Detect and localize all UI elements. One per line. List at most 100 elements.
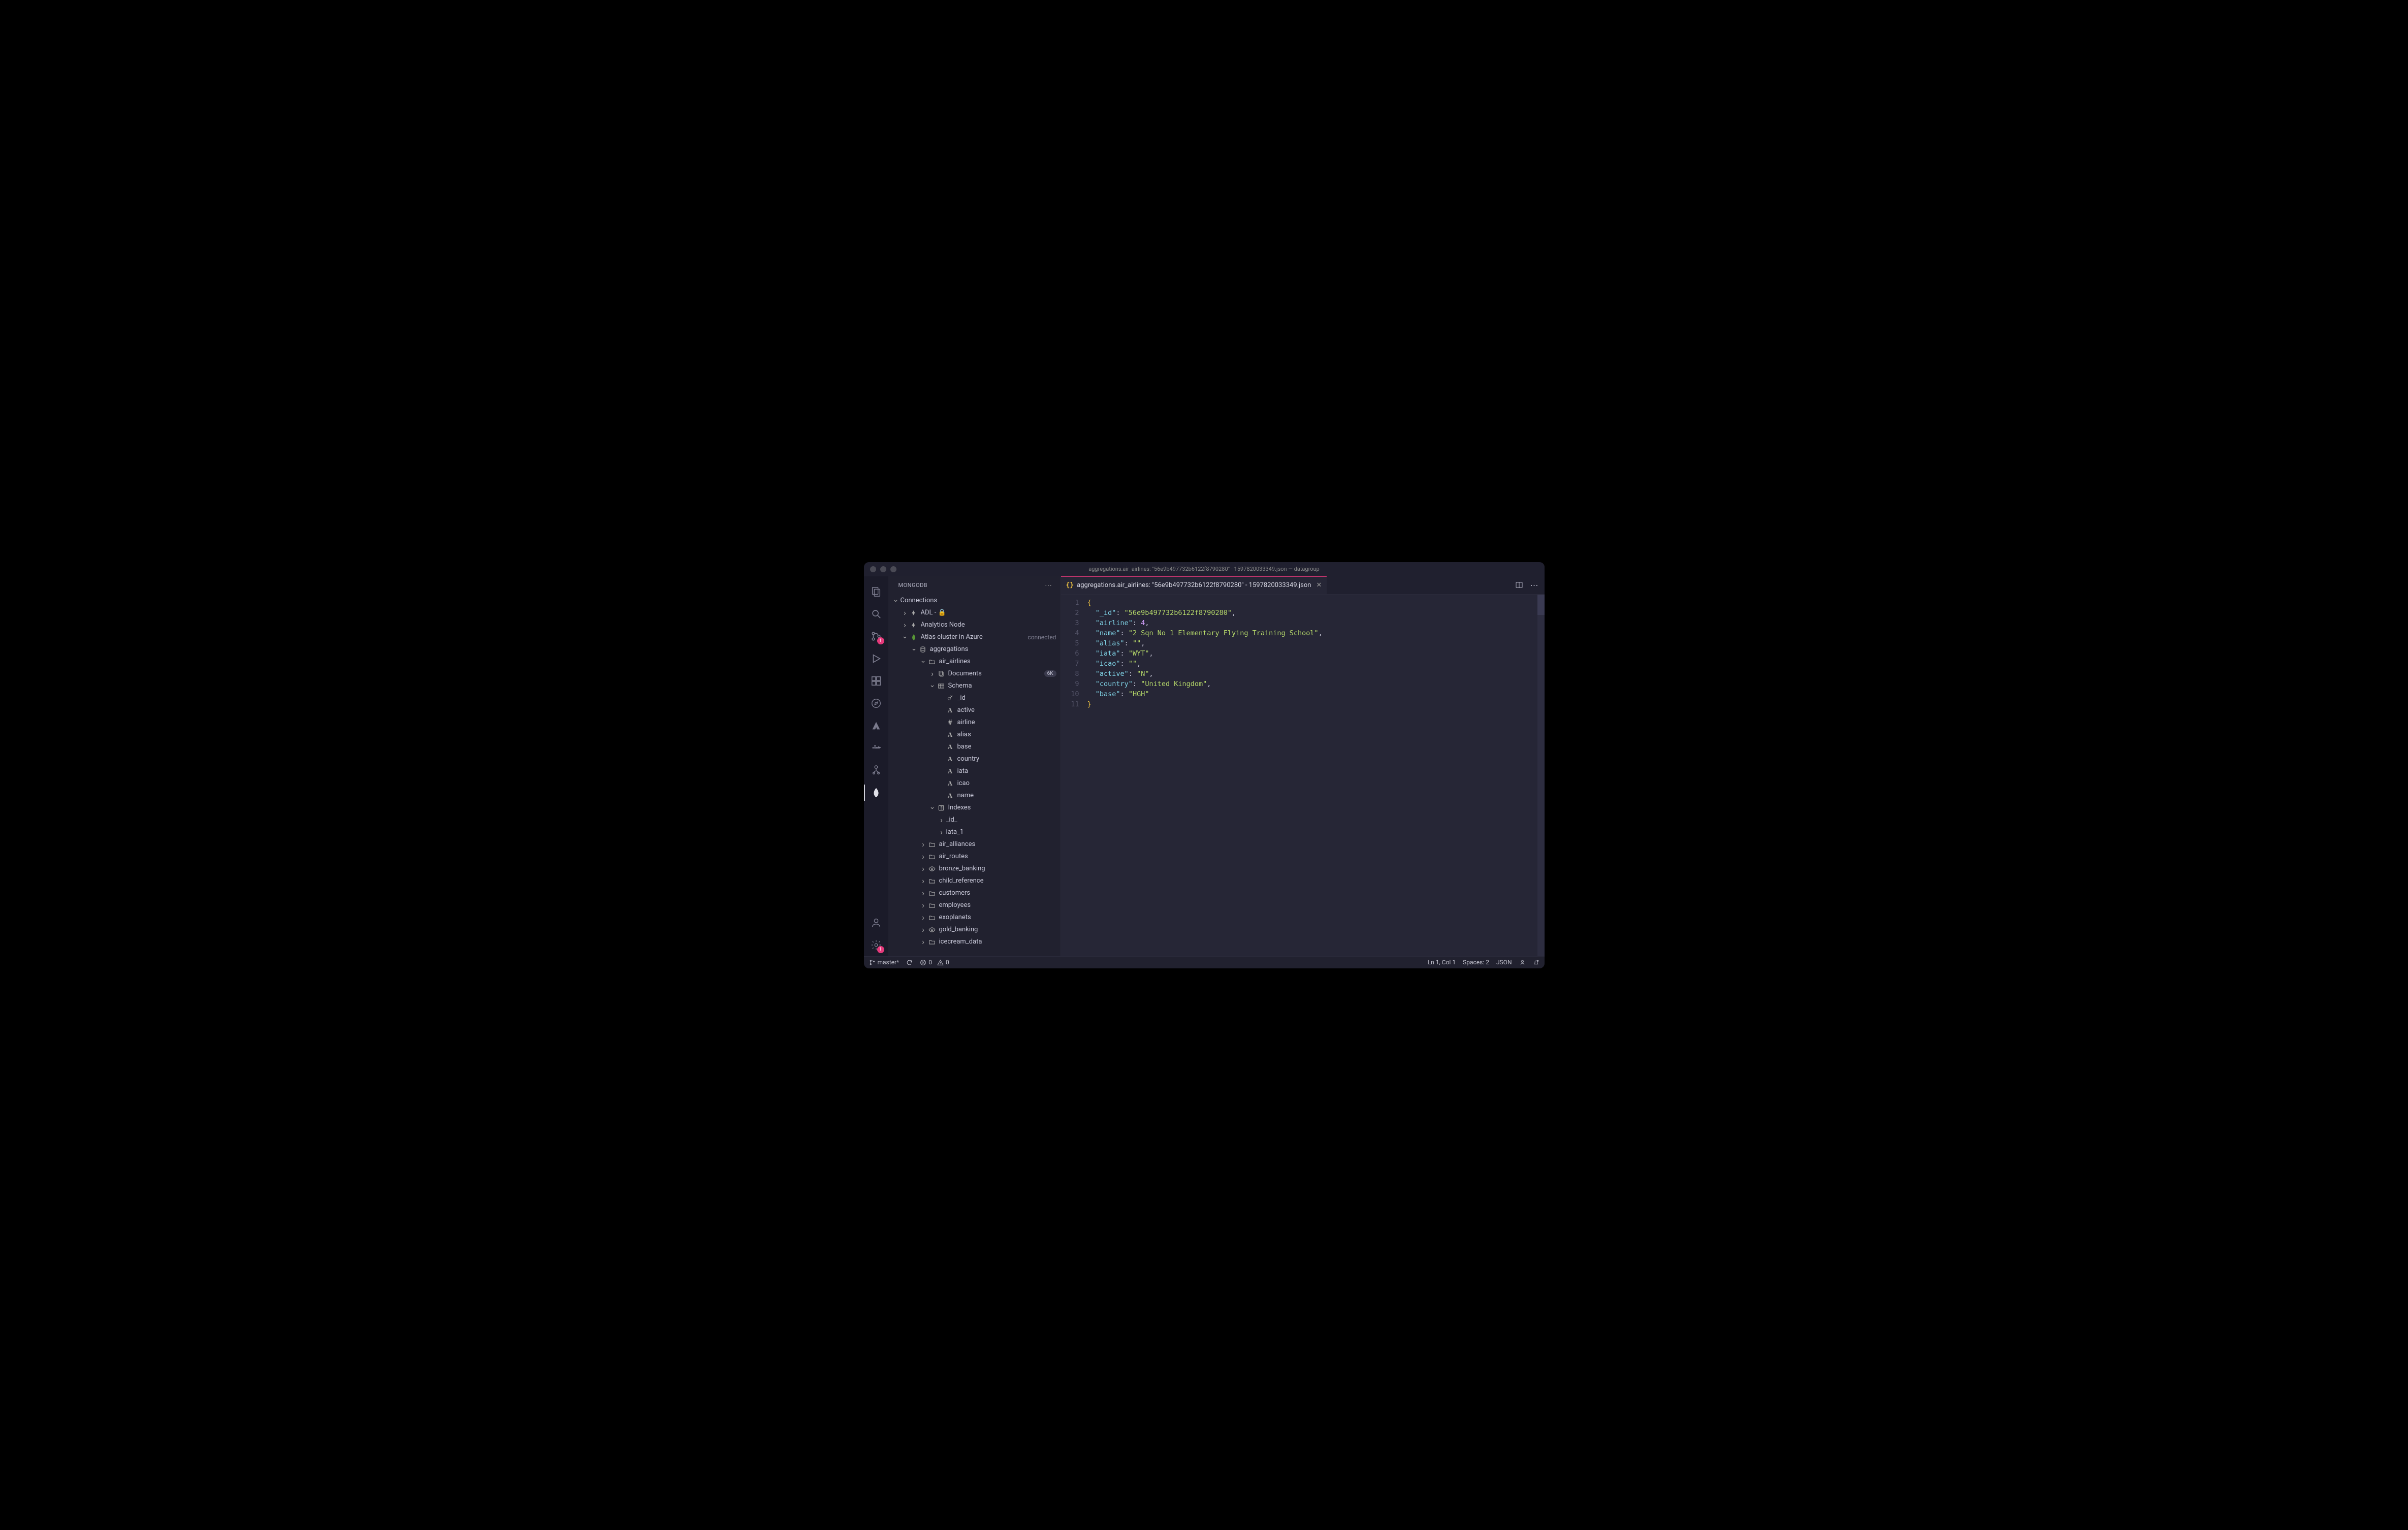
- editor-tab[interactable]: {} aggregations.air_airlines: "56e9b4977…: [1061, 576, 1327, 594]
- azure-icon[interactable]: [864, 714, 888, 737]
- git-branch-item[interactable]: master*: [869, 959, 900, 966]
- chevron-down-icon[interactable]: [929, 804, 936, 811]
- minimap[interactable]: [1537, 595, 1545, 956]
- tree-item[interactable]: customers: [888, 887, 1061, 899]
- chevron-right-icon[interactable]: [902, 622, 909, 629]
- tree-item[interactable]: child_reference: [888, 875, 1061, 887]
- tree-item-label: iata_1: [946, 828, 1056, 836]
- tree-item[interactable]: Documents6K: [888, 668, 1061, 680]
- window-title: aggregations.air_airlines: "56e9b497732b…: [864, 566, 1545, 572]
- tree-item[interactable]: Schema: [888, 680, 1061, 692]
- chevron-right-icon[interactable]: [902, 609, 909, 616]
- close-window-button[interactable]: [870, 566, 876, 572]
- tree-item[interactable]: Aalias: [888, 729, 1061, 741]
- tree-item-label: gold_banking: [939, 926, 1056, 933]
- sync-icon[interactable]: [906, 959, 913, 966]
- tree-item[interactable]: aggregations: [888, 643, 1061, 656]
- tree-item[interactable]: Aiata: [888, 765, 1061, 777]
- source-control-icon[interactable]: 1: [864, 625, 888, 647]
- tree-item-label: air_airlines: [939, 658, 1056, 665]
- compass-icon[interactable]: [864, 692, 888, 714]
- settings-gear-icon[interactable]: 1: [864, 934, 888, 956]
- tree-item[interactable]: air_alliances: [888, 838, 1061, 851]
- chevron-right-icon[interactable]: [929, 670, 936, 677]
- chevron-right-icon[interactable]: [920, 853, 927, 860]
- tree-item[interactable]: _id_: [888, 814, 1061, 826]
- chevron-right-icon[interactable]: [920, 890, 927, 897]
- tree-item[interactable]: air_routes: [888, 851, 1061, 863]
- chevron-right-icon[interactable]: [920, 914, 927, 921]
- tree-item[interactable]: icecream_data: [888, 936, 1061, 948]
- search-icon[interactable]: [864, 603, 888, 625]
- tree-view-icon[interactable]: [864, 759, 888, 782]
- folder-icon: [928, 914, 936, 922]
- section-connections[interactable]: Connections: [888, 595, 1061, 607]
- tree-item[interactable]: Indexes: [888, 802, 1061, 814]
- chevron-right-icon[interactable]: [938, 829, 945, 836]
- notifications-icon[interactable]: [1533, 959, 1539, 966]
- tree-item[interactable]: ADL - 🔒: [888, 607, 1061, 619]
- feedback-icon[interactable]: [1519, 959, 1526, 966]
- chevron-down-icon[interactable]: [929, 682, 936, 690]
- chevron-placeholder: [938, 756, 945, 763]
- chevron-right-icon[interactable]: [938, 817, 945, 824]
- chevron-right-icon[interactable]: [920, 865, 927, 872]
- tree-item[interactable]: #airline: [888, 717, 1061, 729]
- tree-item-label: name: [957, 792, 1056, 799]
- explorer-icon[interactable]: [864, 580, 888, 603]
- folder-icon: [928, 938, 936, 946]
- chevron-down-icon[interactable]: [920, 658, 927, 665]
- cursor-position[interactable]: Ln 1, Col 1: [1428, 959, 1456, 966]
- language-mode[interactable]: JSON: [1496, 959, 1512, 966]
- tree-item-label: _id: [957, 694, 1056, 702]
- code-content[interactable]: { "_id": "56e9b497732b6122f8790280", "ai…: [1085, 595, 1537, 956]
- maximize-window-button[interactable]: [890, 566, 896, 572]
- index-icon: [937, 804, 945, 812]
- tree-item[interactable]: Analytics Node: [888, 619, 1061, 631]
- chevron-right-icon[interactable]: [920, 902, 927, 909]
- chevron-placeholder: [938, 768, 945, 775]
- tree-item-label: child_reference: [939, 877, 1056, 885]
- problems-item[interactable]: 0 0: [920, 959, 949, 966]
- tree-item[interactable]: Aname: [888, 790, 1061, 802]
- chevron-down-icon[interactable]: [911, 646, 918, 653]
- split-editor-icon[interactable]: [1515, 581, 1523, 589]
- chevron-down-icon[interactable]: [902, 634, 909, 641]
- tree-item[interactable]: exoplanets: [888, 912, 1061, 924]
- A-icon: A: [946, 706, 954, 714]
- tree-item[interactable]: Aicao: [888, 777, 1061, 790]
- tree-item[interactable]: _id: [888, 692, 1061, 704]
- tree-item[interactable]: iata_1: [888, 826, 1061, 838]
- tree-item[interactable]: Abase: [888, 741, 1061, 753]
- chevron-right-icon[interactable]: [920, 926, 927, 933]
- chevron-right-icon[interactable]: [920, 841, 927, 848]
- tree-item[interactable]: Acountry: [888, 753, 1061, 765]
- tree-item-label: icao: [957, 779, 1056, 787]
- json-file-icon: {}: [1066, 581, 1074, 589]
- folder-icon: [928, 840, 936, 849]
- chevron-right-icon[interactable]: [920, 877, 927, 885]
- tree-item[interactable]: air_airlines: [888, 656, 1061, 668]
- sidebar-more-icon[interactable]: ⋯: [1045, 581, 1052, 590]
- tree-item[interactable]: gold_banking: [888, 924, 1061, 936]
- docker-icon[interactable]: [864, 737, 888, 759]
- key-icon: [946, 694, 954, 702]
- extensions-icon[interactable]: [864, 670, 888, 692]
- A-icon: A: [946, 779, 954, 788]
- mongodb-icon[interactable]: [864, 782, 888, 804]
- tree-item-label: alias: [957, 731, 1056, 738]
- indentation[interactable]: Spaces: 2: [1463, 959, 1489, 966]
- account-icon[interactable]: [864, 912, 888, 934]
- tree-item[interactable]: bronze_banking: [888, 863, 1061, 875]
- tree-item[interactable]: Atlas cluster in Azureconnected: [888, 631, 1061, 643]
- code-editor[interactable]: 1234567891011 { "_id": "56e9b497732b6122…: [1061, 595, 1545, 956]
- close-tab-icon[interactable]: ✕: [1316, 581, 1322, 589]
- scm-badge: 1: [877, 637, 884, 644]
- minimize-window-button[interactable]: [880, 566, 886, 572]
- chevron-right-icon[interactable]: [920, 938, 927, 946]
- tree-item[interactable]: Aactive: [888, 704, 1061, 717]
- run-debug-icon[interactable]: [864, 647, 888, 670]
- tree-item[interactable]: employees: [888, 899, 1061, 912]
- chevron-down-icon: [892, 597, 900, 604]
- more-actions-icon[interactable]: ⋯: [1530, 580, 1538, 590]
